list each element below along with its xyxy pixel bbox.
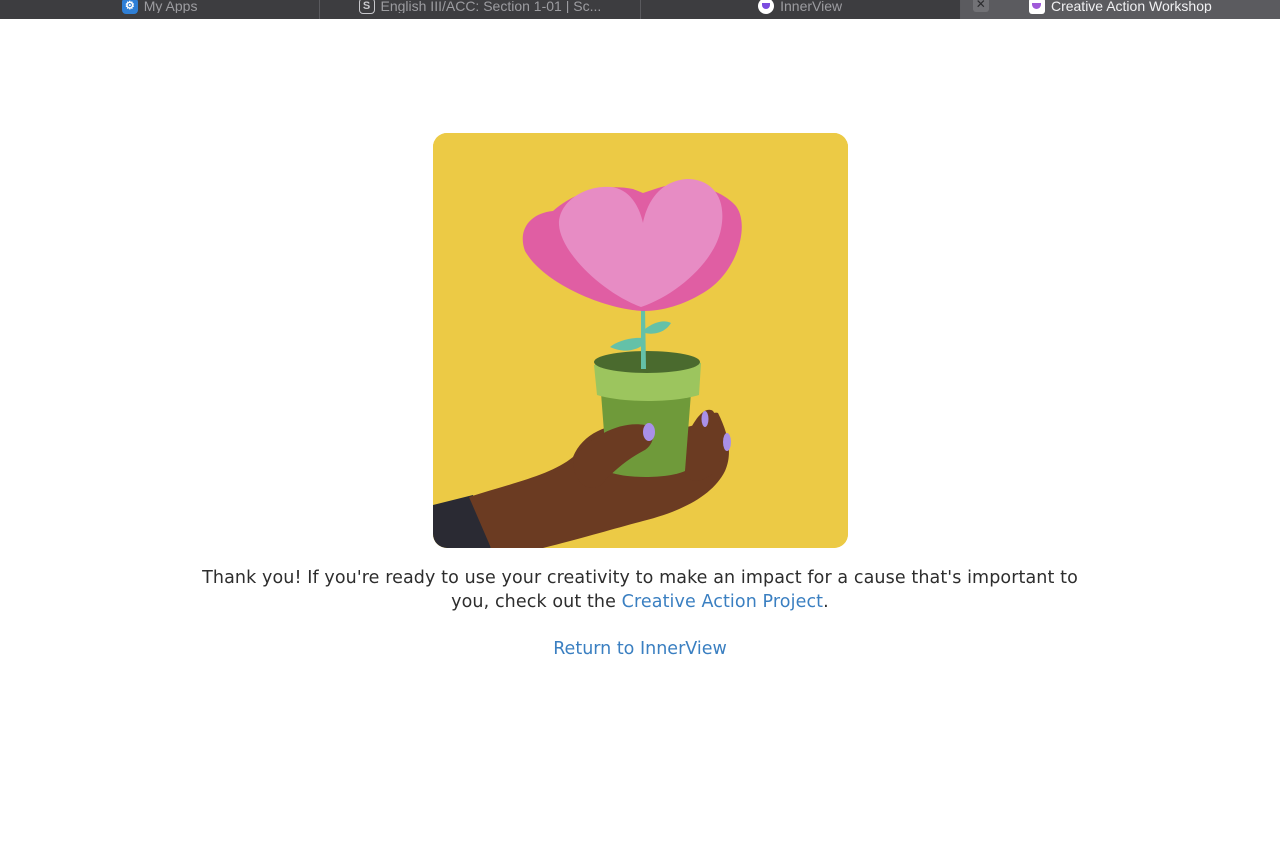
tab-english-iii[interactable]: S English III/ACC: Section 1-01 | Sc...: [320, 0, 641, 19]
tab-label: English III/ACC: Section 1-01 | Sc...: [380, 0, 602, 13]
s-letter-icon: S: [358, 0, 375, 14]
innerview-logo-icon: [758, 0, 775, 14]
hand-holding-flower-pot-illustration: [433, 133, 848, 548]
creative-action-logo-icon: [1028, 0, 1045, 14]
illustration-svg: [433, 133, 848, 548]
tab-my-apps[interactable]: ⚙ My Apps: [0, 0, 321, 19]
creative-action-project-link[interactable]: Creative Action Project: [622, 592, 823, 612]
tab-label: InnerView: [780, 0, 843, 13]
tab-creative-action-workshop[interactable]: ✕ Creative Action Workshop: [960, 0, 1280, 19]
apps-icon: ⚙: [121, 0, 138, 14]
message-period: .: [823, 592, 829, 612]
close-tab-icon[interactable]: ✕: [972, 0, 989, 12]
tab-label: Creative Action Workshop: [1050, 0, 1212, 13]
browser-tab-bar: ⚙ My Apps S English III/ACC: Section 1-0…: [0, 0, 1280, 19]
return-container: Return to InnerView: [440, 637, 840, 661]
return-to-innerview-link[interactable]: Return to InnerView: [553, 639, 727, 659]
thank-you-message: Thank you! If you're ready to use your c…: [200, 566, 1080, 614]
tab-label: My Apps: [143, 0, 198, 13]
tab-innerview[interactable]: InnerView: [641, 0, 961, 19]
